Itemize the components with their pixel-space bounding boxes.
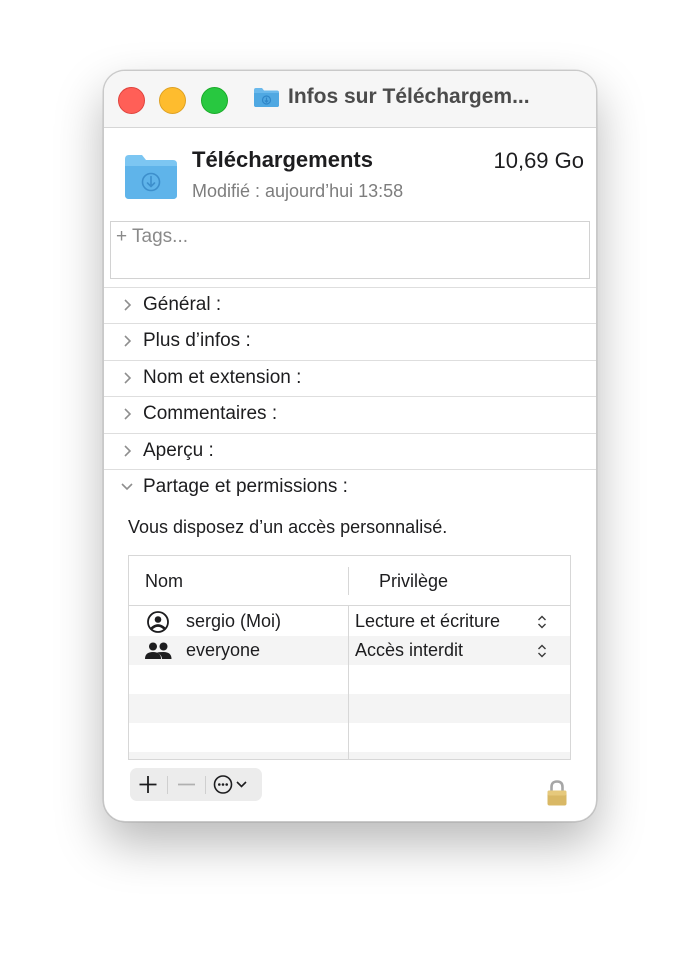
downloads-folder-icon xyxy=(125,155,177,199)
tags-input[interactable] xyxy=(111,222,581,252)
plus-icon xyxy=(139,776,157,793)
empty-row xyxy=(129,752,570,759)
user-circle-icon xyxy=(147,611,169,633)
empty-row xyxy=(129,665,570,694)
section-label: Plus d’infos : xyxy=(143,330,251,351)
chevron-right-icon xyxy=(124,335,132,347)
chevron-right-icon xyxy=(124,299,132,311)
get-info-window: Infos sur Téléchargem... Téléchargements… xyxy=(103,70,597,822)
section-label: Nom et extension : xyxy=(143,367,302,388)
section-label: Général : xyxy=(143,294,222,315)
lock-icon[interactable] xyxy=(545,779,569,807)
modified-date: Modifié : aujourd’hui 13:58 xyxy=(192,181,404,201)
permissions-toolbar xyxy=(130,768,262,801)
section-label: Aperçu : xyxy=(143,440,214,461)
zoom-button[interactable] xyxy=(201,87,228,114)
table-header: Nom Privilège xyxy=(129,556,570,606)
privilege-popup[interactable]: Lecture et écriture xyxy=(355,611,500,632)
user-name: sergio (Moi) xyxy=(186,611,282,631)
remove-user-button[interactable] xyxy=(168,768,204,801)
section-name-extension[interactable]: Nom et extension : xyxy=(104,360,596,396)
chevron-right-icon xyxy=(124,408,132,420)
user-name: everyone xyxy=(186,640,261,660)
minus-icon xyxy=(178,783,195,786)
empty-row xyxy=(129,723,570,752)
add-user-button[interactable] xyxy=(130,768,166,801)
action-menu-button[interactable] xyxy=(206,768,262,801)
section-label: Partage et permissions : xyxy=(143,476,348,497)
chevron-right-icon xyxy=(124,445,132,457)
table-row[interactable]: sergio (Moi) Lecture et écriture xyxy=(129,607,570,636)
column-header-privilege[interactable]: Privilège xyxy=(379,571,448,592)
column-header-name[interactable]: Nom xyxy=(145,571,183,592)
privilege-popup[interactable]: Accès interdit xyxy=(355,640,463,661)
group-icon xyxy=(145,642,172,659)
section-sharing-permissions[interactable]: Partage et permissions : xyxy=(104,469,596,505)
ellipsis-circle-icon xyxy=(213,775,247,794)
title-bar[interactable]: Infos sur Téléchargem... xyxy=(104,71,596,128)
updown-arrows-icon[interactable] xyxy=(537,643,547,659)
permissions-table: Nom Privilège sergio (Moi) Lecture et éc… xyxy=(128,555,571,760)
table-row[interactable]: everyone Accès interdit xyxy=(129,636,570,665)
section-preview[interactable]: Aperçu : xyxy=(104,433,596,469)
access-description: Vous disposez d’un accès personnalisé. xyxy=(128,517,448,537)
tags-field[interactable] xyxy=(110,221,590,279)
window-title: Infos sur Téléchargem... xyxy=(288,85,530,108)
file-name: Téléchargements xyxy=(192,147,373,172)
file-size: 10,69 Go xyxy=(493,148,584,173)
section-more-info[interactable]: Plus d’infos : xyxy=(104,323,596,359)
chevron-down-icon xyxy=(121,483,133,491)
section-comments[interactable]: Commentaires : xyxy=(104,396,596,432)
column-divider xyxy=(348,606,349,759)
empty-row xyxy=(129,694,570,723)
downloads-folder-icon xyxy=(254,88,279,107)
column-divider xyxy=(348,567,349,595)
chevron-right-icon xyxy=(124,372,132,384)
close-button[interactable] xyxy=(118,87,145,114)
updown-arrows-icon[interactable] xyxy=(537,614,547,630)
minimize-button[interactable] xyxy=(159,87,186,114)
section-label: Commentaires : xyxy=(143,403,278,424)
section-general[interactable]: Général : xyxy=(104,287,596,323)
